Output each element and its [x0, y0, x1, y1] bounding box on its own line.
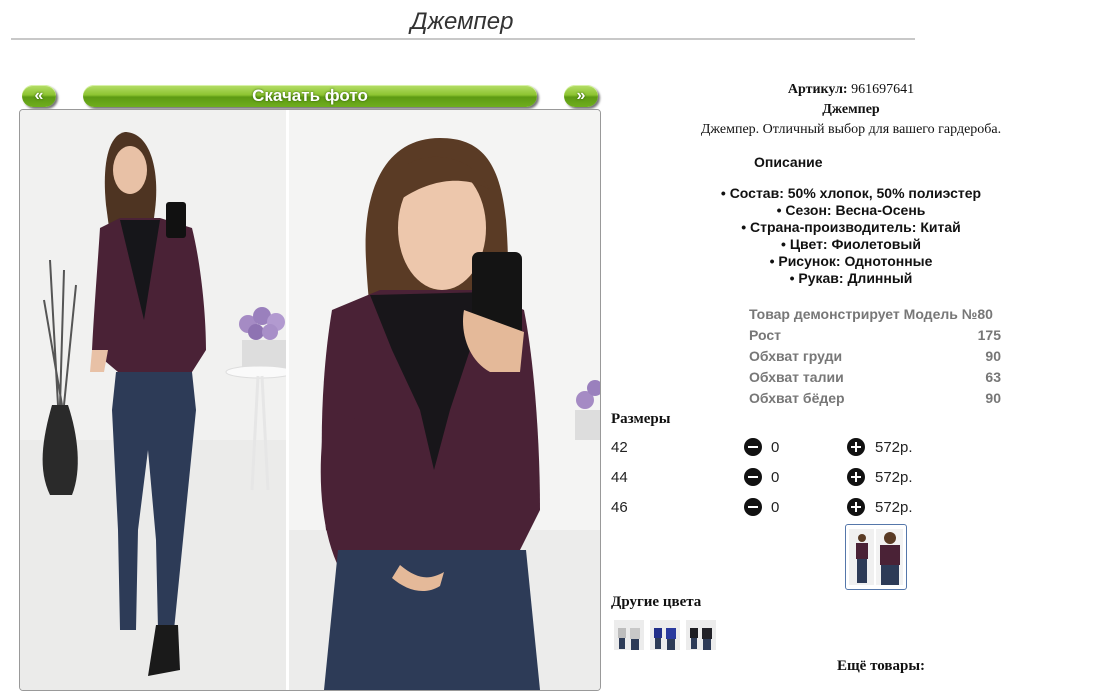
- color-variant-thumbnail[interactable]: [614, 620, 644, 650]
- size-label: 46: [611, 499, 628, 516]
- plus-circle-icon[interactable]: [847, 438, 865, 456]
- size-row: 44 0 572р.: [611, 466, 931, 488]
- other-colors-heading: Другие цвета: [611, 594, 702, 610]
- photo-thumbnail[interactable]: [845, 524, 907, 590]
- prev-photo-button[interactable]: «: [22, 85, 56, 107]
- property-item: • Рукав: Длинный: [789, 270, 913, 286]
- property-item: • Рисунок: Однотонные: [769, 253, 933, 269]
- size-price: 572р.: [875, 439, 913, 456]
- sizes-heading: Размеры: [611, 411, 671, 427]
- next-photo-button[interactable]: »: [564, 85, 598, 107]
- page-title: Джемпер: [410, 8, 514, 35]
- property-item: • Состав: 50% хлопок, 50% полиэстер: [720, 185, 982, 201]
- model-row: Обхват талии 63: [749, 369, 1001, 385]
- property-list: • Состав: 50% хлопок, 50% полиэстер • Се…: [611, 185, 1091, 287]
- model-heading: Товар демонстрирует Модель №80: [749, 306, 993, 322]
- product-tagline: Джемпер. Отличный выбор для вашего гарде…: [700, 122, 1002, 137]
- size-quantity: 0: [771, 469, 780, 486]
- article-row: Артикул: 961697641: [611, 80, 1091, 100]
- size-quantity: 0: [771, 439, 780, 456]
- model-measurements: Товар демонстрирует Модель №80 Рост 175 О…: [749, 304, 1001, 409]
- size-label: 44: [611, 469, 628, 486]
- color-variant-thumbnail[interactable]: [686, 620, 716, 650]
- property-item: • Страна-производитель: Китай: [741, 219, 961, 235]
- minus-circle-icon[interactable]: [744, 498, 762, 516]
- size-quantity: 0: [771, 499, 780, 516]
- size-row: 42 0 572р.: [611, 436, 931, 458]
- color-variant-thumbnail[interactable]: [650, 620, 680, 650]
- article-label: Артикул:: [787, 82, 848, 97]
- plus-circle-icon[interactable]: [847, 498, 865, 516]
- title-divider: [11, 38, 915, 40]
- description-heading: Описание: [754, 154, 823, 170]
- product-photo[interactable]: [19, 109, 601, 691]
- product-photo-image: [20, 110, 600, 690]
- size-label: 42: [611, 439, 628, 456]
- download-photo-button[interactable]: Скачать фото: [83, 85, 537, 107]
- property-item: • Сезон: Весна-Осень: [776, 202, 926, 218]
- model-row: Обхват бёдер 90: [749, 390, 1001, 406]
- plus-circle-icon[interactable]: [847, 468, 865, 486]
- product-info: Артикул: 961697641 Джемпер Джемпер. Отли…: [611, 80, 1091, 140]
- model-row: Рост 175: [749, 327, 1001, 343]
- size-price: 572р.: [875, 469, 913, 486]
- size-row: 46 0 572р.: [611, 496, 931, 518]
- product-name: Джемпер: [822, 102, 880, 117]
- minus-circle-icon[interactable]: [744, 468, 762, 486]
- size-price: 572р.: [875, 499, 913, 516]
- minus-circle-icon[interactable]: [744, 438, 762, 456]
- property-item: • Цвет: Фиолетовый: [781, 236, 921, 252]
- model-row: Обхват груди 90: [749, 348, 1001, 364]
- more-products-heading: Ещё товары:: [837, 658, 926, 674]
- article-value: 961697641: [851, 82, 915, 97]
